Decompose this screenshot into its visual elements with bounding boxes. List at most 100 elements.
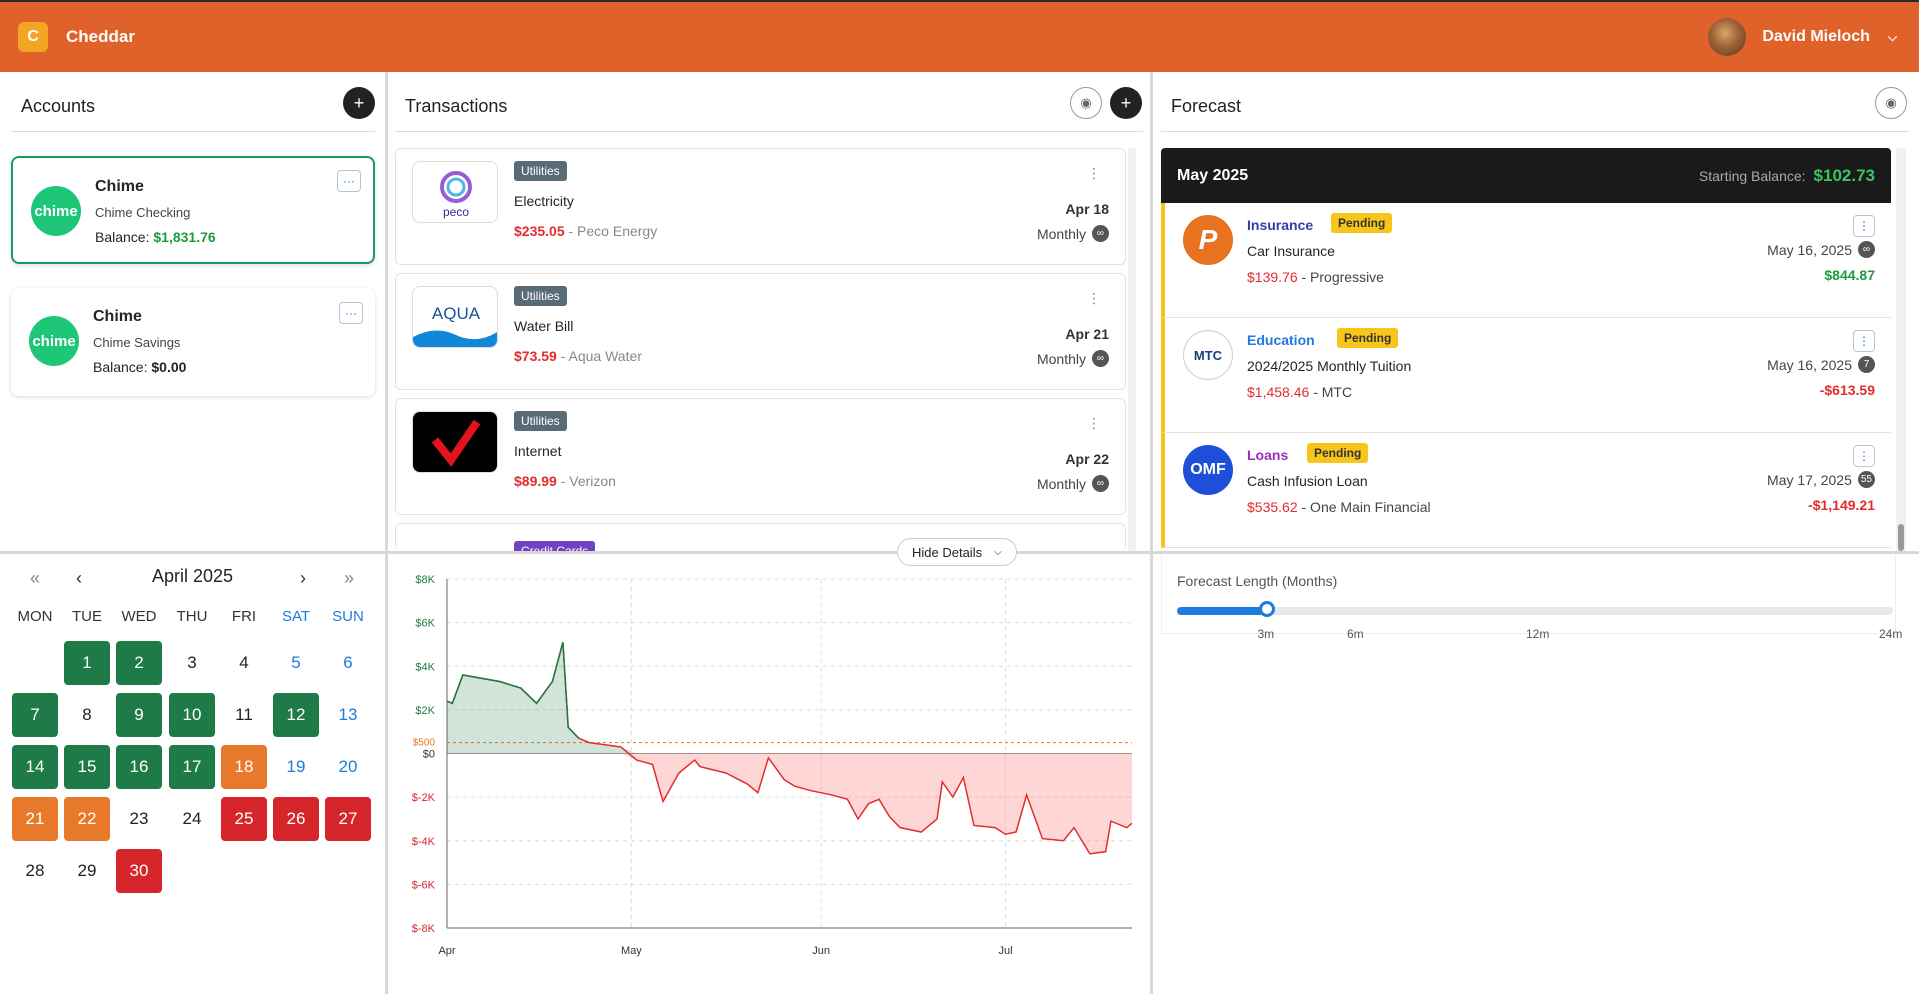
forecast-item[interactable]: OMF Loans Pending Cash Infusion Loan $53…: [1161, 433, 1891, 548]
category-badge: Utilities: [514, 286, 567, 306]
avatar[interactable]: [1708, 18, 1747, 56]
calendar-day[interactable]: 30: [116, 849, 162, 893]
account-name: Chime: [93, 308, 142, 325]
account-menu-button[interactable]: ···: [339, 302, 363, 324]
calendar-day[interactable]: 8: [64, 693, 110, 737]
infinity-icon: ∞: [1092, 350, 1109, 367]
verizon-logo-icon: [412, 411, 498, 473]
count-badge: 7: [1858, 356, 1875, 373]
account-balance: Balance: $0.00: [93, 359, 187, 375]
calendar-day[interactable]: 18: [221, 745, 267, 789]
infinity-icon: ∞: [1092, 225, 1109, 242]
user-menu[interactable]: David Mieloch ⌵: [1708, 18, 1897, 56]
app-name[interactable]: Cheddar: [66, 27, 135, 47]
forecast-date: May 16, 2025 ∞: [1767, 241, 1875, 258]
transaction-title: Electricity: [514, 193, 574, 209]
calendar-day[interactable]: 22: [64, 797, 110, 841]
add-account-button[interactable]: +: [343, 87, 375, 119]
kebab-menu-icon[interactable]: ⋮: [1087, 165, 1101, 182]
threshold-label: $500: [413, 738, 436, 749]
calendar-day[interactable]: 2: [116, 641, 162, 685]
calendar-day[interactable]: 20: [325, 745, 371, 789]
calendar-day[interactable]: 28: [12, 849, 58, 893]
calendar-day[interactable]: 14: [12, 745, 58, 789]
column-divider[interactable]: [385, 72, 388, 994]
forecast-amount: $535.62 - One Main Financial: [1247, 499, 1431, 515]
calendar-day[interactable]: 12: [273, 693, 319, 737]
transaction-frequency: Monthly ∞: [1037, 350, 1109, 367]
calendar-day[interactable]: 23: [116, 797, 162, 841]
account-type: Chime Savings: [93, 335, 181, 350]
category-badge: Utilities: [514, 411, 567, 431]
forecast-item[interactable]: P Insurance Pending Car Insurance $139.7…: [1161, 203, 1891, 318]
cheddar-logo-icon[interactable]: C: [18, 22, 48, 52]
calendar-day[interactable]: 5: [273, 641, 319, 685]
status-badge: Pending: [1337, 328, 1399, 348]
forecast-month: May 2025: [1177, 166, 1249, 184]
transactions-header: Transactions: [395, 82, 1143, 132]
weekday-label: WED: [121, 608, 157, 625]
calendar-day[interactable]: 1: [64, 641, 110, 685]
calendar-day[interactable]: 7: [12, 693, 58, 737]
status-badge: Pending: [1307, 443, 1369, 463]
transaction-card[interactable]: Utilities Internet $89.99 - Verizon ⋮ Ap…: [395, 398, 1126, 515]
chevron-down-icon: ⌵: [994, 546, 1002, 558]
calendar-day[interactable]: 25: [221, 797, 267, 841]
forecast-balance: $844.87: [1824, 267, 1875, 283]
account-type: Chime Checking: [95, 205, 191, 220]
calendar-day[interactable]: 6: [325, 641, 371, 685]
account-balance: Balance: $1,831.76: [95, 229, 216, 245]
calendar-day[interactable]: 3: [169, 641, 215, 685]
calendar-day[interactable]: 29: [64, 849, 110, 893]
forecast-item[interactable]: MTC Education Pending 2024/2025 Monthly …: [1161, 318, 1891, 433]
transactions-scrollbar[interactable]: [1128, 148, 1136, 551]
calendar-month[interactable]: April 2025: [0, 566, 385, 587]
eye-icon[interactable]: ◉: [1070, 87, 1102, 119]
account-card[interactable]: chime Chime Chime Savings Balance: $0.00…: [11, 288, 375, 396]
calendar-day[interactable]: 13: [325, 693, 371, 737]
top-bar: C Cheddar David Mieloch ⌵: [0, 0, 1919, 72]
kebab-menu-icon[interactable]: ⋮: [1087, 290, 1101, 307]
kebab-menu-icon[interactable]: ⋮: [1853, 215, 1875, 237]
calendar-day[interactable]: 16: [116, 745, 162, 789]
transaction-title: Water Bill: [514, 318, 574, 334]
calendar-day[interactable]: 26: [273, 797, 319, 841]
hide-details-label: Hide Details: [912, 544, 983, 560]
next-month-button[interactable]: ›: [300, 568, 306, 589]
y-tick-label: $8K: [415, 574, 435, 586]
transaction-card[interactable]: AQUA Utilities Water Bill $73.59 - Aqua …: [395, 273, 1126, 390]
forecast-length-card: [1161, 554, 1896, 634]
account-card[interactable]: chime Chime Chime Checking Balance: $1,8…: [11, 156, 375, 264]
x-tick-label: Jul: [999, 945, 1013, 957]
calendar-day[interactable]: 15: [64, 745, 110, 789]
transactions-title: Transactions: [405, 96, 508, 116]
calendar-day[interactable]: 17: [169, 745, 215, 789]
slider-thumb[interactable]: [1258, 601, 1275, 617]
account-menu-button[interactable]: ···: [337, 170, 361, 192]
calendar-day[interactable]: 19: [273, 745, 319, 789]
last-month-button[interactable]: »: [344, 568, 354, 589]
eye-icon[interactable]: ◉: [1875, 87, 1907, 119]
transaction-card[interactable]: peco Utilities Electricity $235.05 - Pec…: [395, 148, 1126, 265]
positive-area: [447, 642, 1132, 754]
peco-logo-icon: peco: [412, 161, 498, 223]
kebab-menu-icon[interactable]: ⋮: [1853, 445, 1875, 467]
transaction-date: Apr 21: [1065, 326, 1109, 342]
forecast-month-header: May 2025 Starting Balance: $102.73: [1161, 148, 1891, 203]
calendar-day[interactable]: 9: [116, 693, 162, 737]
calendar-day[interactable]: 4: [221, 641, 267, 685]
kebab-menu-icon[interactable]: ⋮: [1853, 330, 1875, 352]
calendar-day[interactable]: 11: [221, 693, 267, 737]
calendar-day[interactable]: 24: [169, 797, 215, 841]
accounts-title: Accounts: [21, 96, 96, 116]
forecast-scrollbar[interactable]: [1896, 148, 1906, 551]
forecast-category: Loans: [1247, 447, 1289, 463]
column-divider[interactable]: [1150, 72, 1153, 994]
calendar-day[interactable]: 10: [169, 693, 215, 737]
calendar-day[interactable]: 21: [12, 797, 58, 841]
add-transaction-button[interactable]: +: [1110, 87, 1142, 119]
kebab-menu-icon[interactable]: ⋮: [1087, 415, 1101, 432]
mtc-logo-icon: MTC: [1183, 330, 1233, 380]
calendar-day[interactable]: 27: [325, 797, 371, 841]
forecast-length-slider[interactable]: [1177, 607, 1893, 615]
